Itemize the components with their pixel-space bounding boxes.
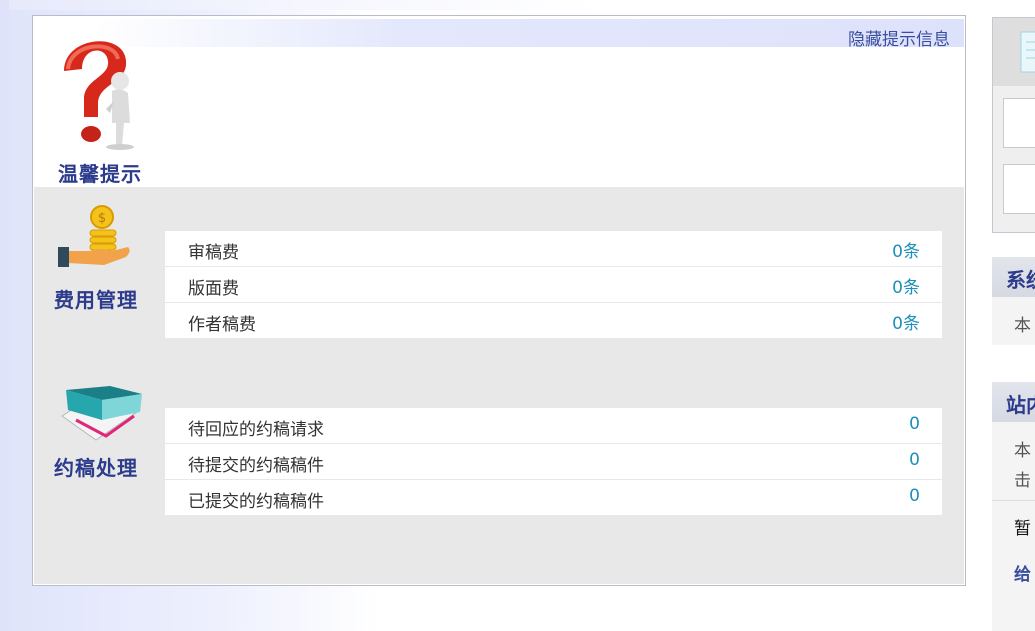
row-label: 作者稿费 [188,315,256,335]
row-label: 待提交的约稿稿件 [188,456,324,476]
site-section-text-1: 本 [1014,441,1031,461]
invitations-title: 约稿处理 [54,456,138,480]
system-section-header: 系统 [992,257,1035,297]
divider [992,500,1035,501]
sidebar-input-1[interactable] [1003,98,1035,148]
coins-hand-icon: $ [58,205,130,267]
system-section-title: 系统 [1006,268,1035,292]
table-row[interactable]: 已提交的约稿稿件 0 [165,480,942,516]
table-row[interactable]: 版面费 0条 [165,267,942,303]
site-section-title: 站内 [1006,393,1035,417]
content-area: $ 费用管理 审稿费 0条 版面费 0条 作者稿费 0条 约稿处理 待回应的约稿… [34,187,964,584]
row-count-link[interactable]: 0 [909,414,920,434]
tips-bar: 隐藏提示信息 [94,19,964,50]
row-count-link[interactable]: 0条 [892,237,920,262]
invitations-table: 待回应的约稿请求 0 待提交的约稿稿件 0 已提交的约稿稿件 0 [165,408,942,516]
tips-title: 温馨提示 [58,162,142,186]
sidebar-box-header [993,18,1035,86]
row-count-link[interactable]: 0 [909,450,920,470]
row-count-link[interactable]: 0 [909,486,920,506]
table-row[interactable]: 待回应的约稿请求 0 [165,408,942,444]
site-empty-text: 暂 [1014,519,1031,539]
row-label: 审稿费 [188,243,239,263]
left-strip [0,0,9,631]
svg-text:$: $ [98,211,106,226]
main-panel: 隐藏提示信息 温馨提示 $ 费用管理 审稿费 0条 版面费 0条 作者稿费 0条… [32,15,966,586]
fees-table: 审稿费 0条 版面费 0条 作者稿费 0条 [165,231,942,339]
tips-box: 隐藏提示信息 温馨提示 [34,17,964,187]
fees-title: 费用管理 [54,288,138,312]
row-label: 已提交的约稿稿件 [188,492,324,512]
top-band [0,0,1035,10]
hide-tips-link[interactable]: 隐藏提示信息 [848,25,950,50]
row-count-link[interactable]: 0条 [892,309,920,334]
row-label: 版面费 [188,279,239,299]
document-icon [1020,31,1035,73]
envelope-box-icon [61,386,142,441]
site-section-text-2: 击 [1014,471,1031,491]
table-row[interactable]: 审稿费 0条 [165,231,942,267]
system-section-text: 本 [1014,316,1031,336]
row-count-link[interactable]: 0条 [892,273,920,298]
table-row[interactable]: 作者稿费 0条 [165,303,942,339]
row-label: 待回应的约稿请求 [188,420,324,440]
question-mark-figure-icon [64,41,134,150]
table-row[interactable]: 待提交的约稿稿件 0 [165,444,942,480]
site-link[interactable]: 给 [1014,560,1031,585]
site-section-header: 站内 [992,382,1035,422]
sidebar-box [992,17,1035,233]
sidebar-input-2[interactable] [1003,164,1035,214]
